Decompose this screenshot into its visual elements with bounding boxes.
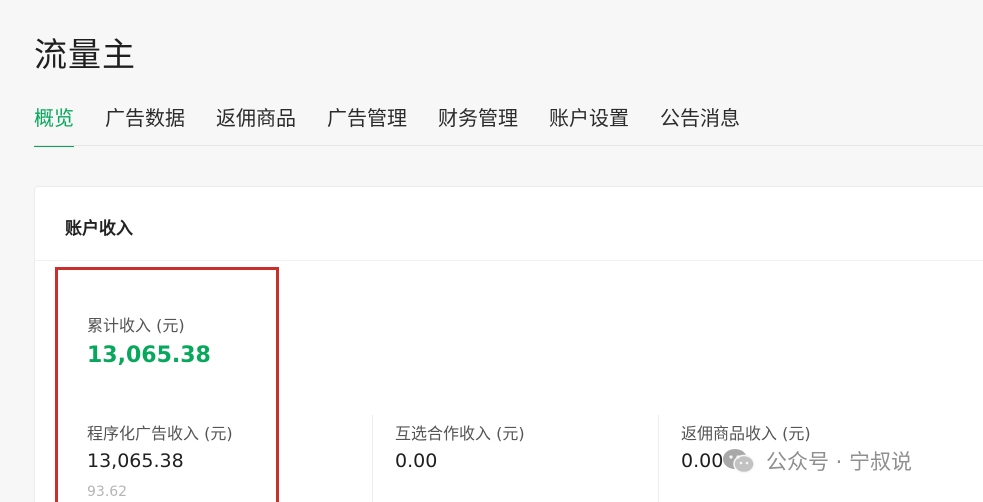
watermark: 公众号 · 宁叔说 bbox=[722, 446, 912, 476]
tab-overview[interactable]: 概览 bbox=[34, 102, 74, 147]
tab-ad-data[interactable]: 广告数据 bbox=[105, 102, 185, 147]
card-title: 账户收入 bbox=[65, 219, 133, 239]
programmatic-ads-sub-value: 93.62 bbox=[87, 484, 128, 500]
tab-account-settings[interactable]: 账户设置 bbox=[549, 102, 629, 147]
column-divider bbox=[658, 415, 659, 502]
watermark-text: 公众号 · 宁叔说 bbox=[766, 450, 913, 474]
mutual-selection-income-label: 互选合作收入 (元) bbox=[395, 424, 525, 443]
tab-ad-management[interactable]: 广告管理 bbox=[327, 102, 407, 147]
app-title: 流量主 bbox=[34, 35, 136, 74]
mutual-selection-income-value: 0.00 bbox=[395, 450, 438, 472]
programmatic-ads-income-value: 13,065.38 bbox=[87, 450, 184, 472]
total-income-label: 累计收入 (元) bbox=[87, 316, 185, 335]
page: 流量主 概览 广告数据 返佣商品 广告管理 财务管理 账户设置 公告消息 账户收… bbox=[0, 0, 983, 502]
tab-finance-management[interactable]: 财务管理 bbox=[438, 102, 518, 147]
programmatic-ads-income-label: 程序化广告收入 (元) bbox=[87, 424, 233, 443]
total-income-value: 13,065.38 bbox=[87, 343, 211, 368]
column-divider bbox=[372, 415, 373, 502]
wechat-icon bbox=[722, 448, 756, 474]
commission-goods-income-value: 0.00 bbox=[681, 450, 724, 472]
commission-goods-income-label: 返佣商品收入 (元) bbox=[681, 424, 811, 443]
tab-commission-goods[interactable]: 返佣商品 bbox=[216, 102, 296, 147]
card-divider bbox=[35, 260, 983, 261]
tabs-divider bbox=[34, 145, 983, 146]
tab-announcements[interactable]: 公告消息 bbox=[660, 102, 740, 147]
tab-bar: 概览 广告数据 返佣商品 广告管理 财务管理 账户设置 公告消息 bbox=[34, 102, 771, 147]
